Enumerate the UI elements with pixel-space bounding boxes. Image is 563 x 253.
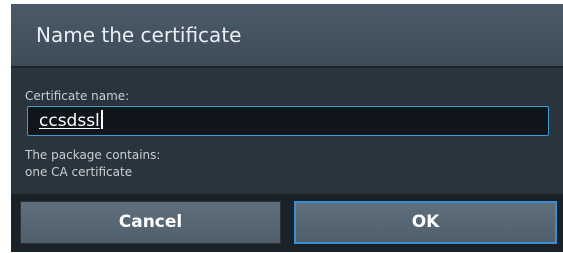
dialog-title: Name the certificate [36, 23, 242, 47]
ok-button[interactable]: OK [294, 201, 557, 244]
package-info-heading: The package contains: [25, 148, 161, 162]
certificate-name-value: ccsdssl [39, 111, 100, 131]
cancel-button[interactable]: Cancel [20, 201, 281, 244]
certificate-name-label: Certificate name: [25, 89, 130, 103]
package-info-contents: one CA certificate [25, 165, 133, 179]
text-cursor [100, 110, 103, 129]
name-certificate-dialog: Name the certificate Certificate name: c… [11, 4, 563, 252]
certificate-name-input[interactable]: ccsdssl [27, 106, 549, 136]
dialog-body: Certificate name: ccsdssl The package co… [11, 68, 563, 194]
dialog-title-bar: Name the certificate [11, 4, 563, 66]
dialog-button-bar: Cancel OK [11, 194, 563, 252]
